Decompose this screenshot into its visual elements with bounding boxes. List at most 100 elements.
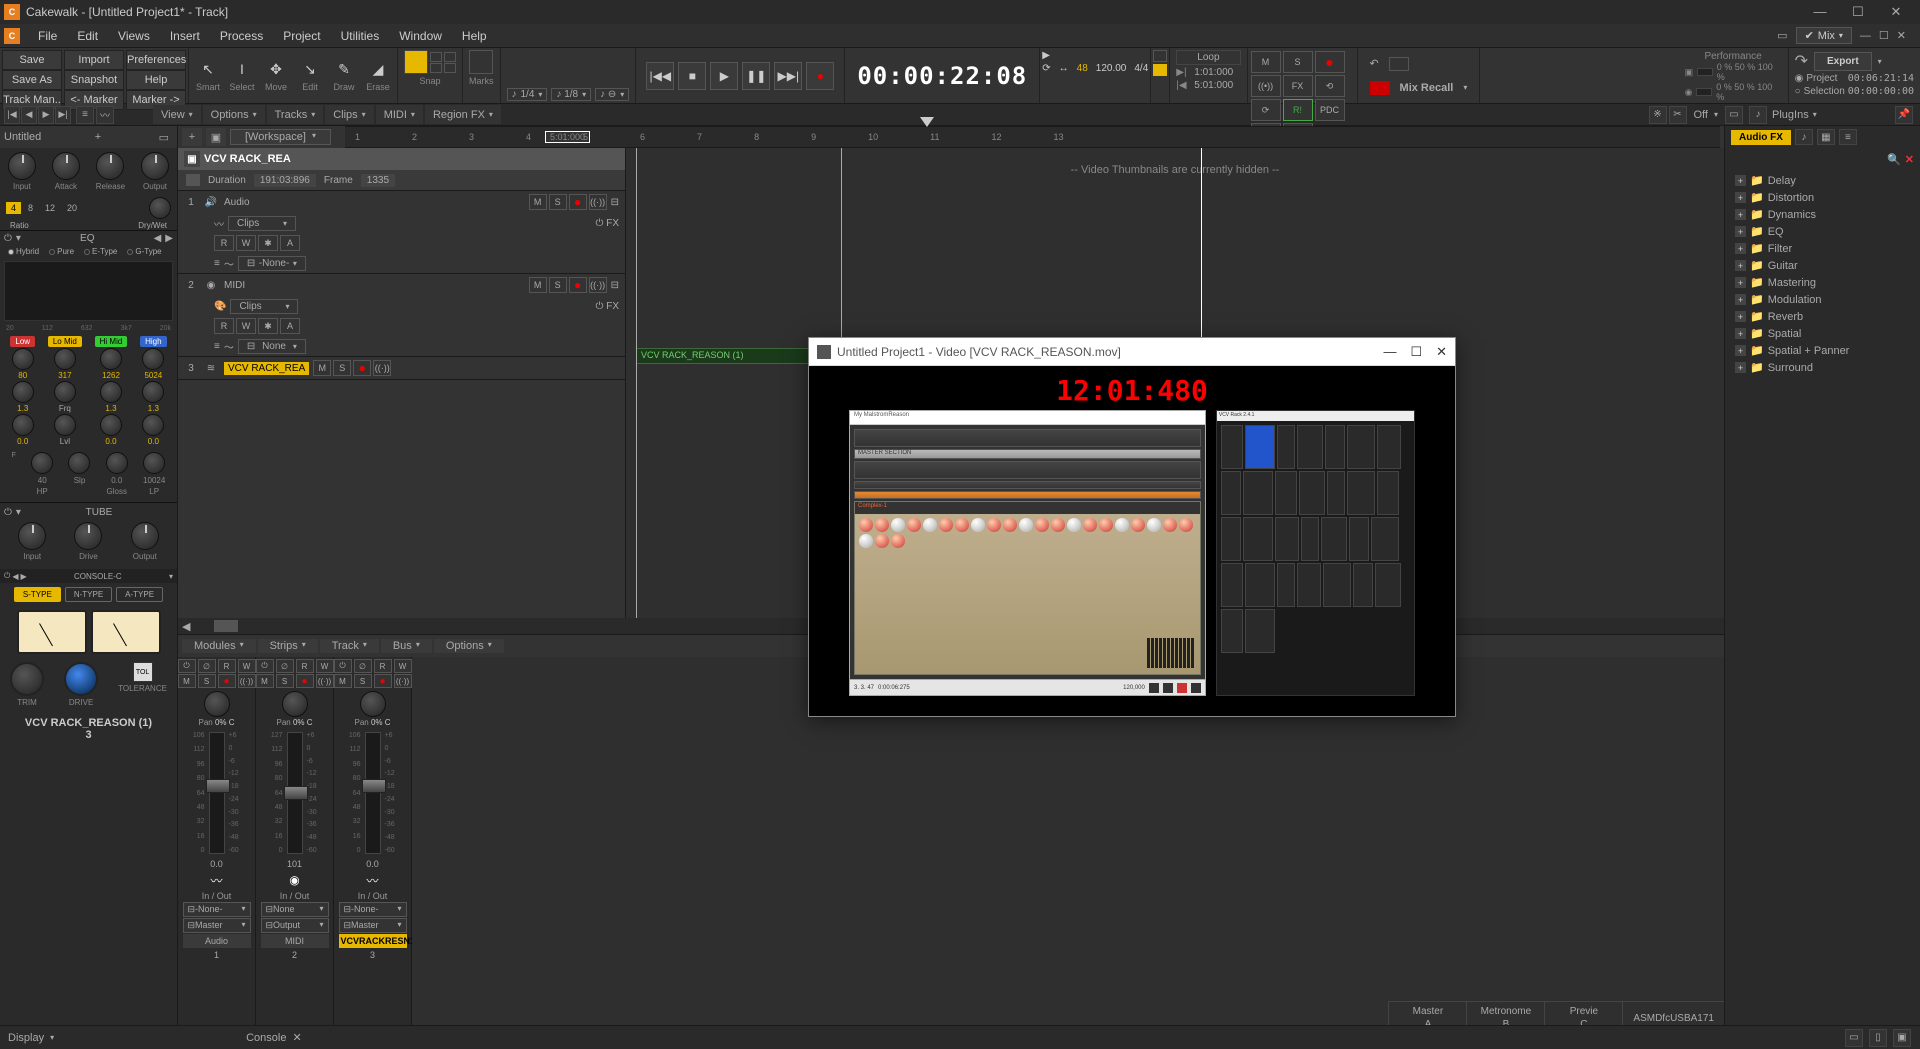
footer-icon-2[interactable]: ▯ [1869, 1029, 1887, 1047]
category-distortion[interactable]: +📁Distortion [1725, 189, 1920, 206]
tube-input-knob[interactable] [18, 522, 46, 550]
loop-start-icon[interactable]: ▶| [1176, 67, 1190, 78]
scissors-icon[interactable]: ✂ [1669, 106, 1687, 124]
eq-mode-hybrid[interactable]: Hybrid [4, 246, 43, 257]
track2-fx-label[interactable]: FX [606, 301, 619, 312]
tab-nav-next[interactable]: ▶ [38, 106, 54, 124]
eq-graph[interactable] [4, 261, 173, 321]
tab-options[interactable]: Options ▾ [203, 105, 265, 124]
snap-led-1[interactable] [430, 52, 442, 62]
track2-fx-power[interactable]: ⏻ [596, 301, 604, 312]
track1-solo[interactable]: S [549, 194, 567, 210]
eq-himid-lvl-knob[interactable] [100, 414, 122, 436]
fx-solo-button[interactable]: S [1283, 51, 1313, 73]
strip-m[interactable]: M [256, 674, 274, 688]
fx-button[interactable]: FX [1283, 75, 1313, 97]
loop-start-line[interactable] [636, 148, 637, 618]
strip-s[interactable]: S [354, 674, 372, 688]
ratio-8[interactable]: 8 [23, 202, 38, 214]
timecode-display[interactable]: 00:00:22:08 [845, 62, 1039, 90]
ratio-20[interactable]: 20 [62, 202, 82, 214]
off-label[interactable]: Off [1688, 109, 1714, 121]
track2-clips-dd[interactable]: Clips▾ [230, 299, 298, 314]
search-icon[interactable]: 🔍 [1887, 153, 1901, 166]
n-type-button[interactable]: N-TYPE [65, 587, 112, 602]
track2-monitor[interactable]: ((·)) [589, 277, 607, 293]
tab-tracks[interactable]: Tracks ▾ [267, 105, 324, 124]
preset-add-icon[interactable]: + [91, 131, 105, 143]
category-guitar[interactable]: +📁Guitar [1725, 257, 1920, 274]
track3-arm[interactable]: ● [353, 360, 371, 376]
tab-clip-icon[interactable]: 〰 [96, 106, 114, 124]
eq-prev-icon[interactable]: ◀ [154, 233, 162, 244]
category-surround[interactable]: +📁Surround [1725, 359, 1920, 376]
track1-fx-power[interactable]: ⏻ [596, 218, 604, 229]
strip-mon[interactable]: ((·)) [238, 674, 256, 688]
strip-w[interactable]: W [316, 659, 334, 673]
tab-menu-icon[interactable]: ≡ [76, 106, 94, 124]
save-as-button[interactable]: Save As [2, 70, 62, 90]
tool-smart[interactable]: ↖Smart [191, 50, 225, 101]
menu-file[interactable]: File [28, 29, 67, 43]
pan-knob[interactable] [360, 691, 386, 717]
mixer-tab-strips[interactable]: Strips▾ [258, 639, 318, 653]
display-tab[interactable]: Display [8, 1032, 44, 1044]
track1-mute[interactable]: M [529, 194, 547, 210]
track-row-1[interactable]: 1 🔊 Audio MS●((·)) ⊟ [178, 191, 625, 213]
eq-himid-freq-knob[interactable] [100, 348, 122, 370]
eq-power-icon[interactable]: ⏻ [4, 233, 12, 244]
loop-end-icon[interactable]: |◀ [1176, 80, 1190, 91]
category-spatial-panner[interactable]: +📁Spatial + Panner [1725, 342, 1920, 359]
rewire-icon[interactable]: ≡ [1839, 129, 1857, 145]
fx-arm-button[interactable]: ● [1315, 51, 1345, 73]
snap-led-4[interactable] [444, 63, 456, 73]
s-type-button[interactable]: S-TYPE [14, 587, 61, 602]
console-close-icon[interactable]: ✕ [292, 1031, 301, 1044]
eq-himid-q-knob[interactable] [100, 381, 122, 403]
tab-nav-first[interactable]: |◀ [4, 106, 20, 124]
add-track-button[interactable]: + [182, 128, 202, 146]
pause-button[interactable]: ❚❚ [742, 62, 770, 90]
strip-arm[interactable]: ● [296, 674, 314, 688]
track3-mute[interactable]: M [313, 360, 331, 376]
eq-mode-pure[interactable]: Pure [45, 246, 78, 257]
strip-r[interactable]: R [296, 659, 314, 673]
strip-output-dd[interactable]: ⊟Master▾ [183, 918, 251, 933]
export-icon[interactable]: ↷ [1795, 51, 1808, 71]
track1-ast[interactable]: ✱ [258, 235, 278, 251]
track-row-3[interactable]: 3 ≋ VCV RACK_REA MS●((·)) [178, 357, 625, 379]
category-dynamics[interactable]: +📁Dynamics [1725, 206, 1920, 223]
aim-toggle-icon[interactable]: ※ [1649, 106, 1667, 124]
track2-a[interactable]: A [280, 318, 300, 334]
maximize-button[interactable]: ☐ [1848, 4, 1868, 20]
eq-high-q-knob[interactable] [142, 381, 164, 403]
track1-clips-dd[interactable]: Clips▾ [228, 216, 296, 231]
eq-low-q-knob[interactable] [12, 381, 34, 403]
tolerance-button[interactable]: TOL [133, 662, 153, 682]
track1-r[interactable]: R [214, 235, 234, 251]
fader[interactable] [287, 732, 303, 854]
loop-label[interactable]: Loop [1176, 50, 1240, 65]
mixer-tab-bus[interactable]: Bus▾ [381, 639, 432, 653]
tab-nav-last[interactable]: ▶| [55, 106, 71, 124]
fx-redo-button[interactable]: ⟳ [1251, 99, 1281, 121]
console-power-icon[interactable]: ⏻ [4, 571, 10, 581]
pan-knob[interactable] [204, 691, 230, 717]
console-next-icon[interactable]: ▶ [20, 572, 26, 581]
fx-mute-button[interactable]: M [1251, 51, 1281, 73]
clear-search-icon[interactable]: ✕ [1905, 153, 1914, 166]
mixer-tab-track[interactable]: Track▾ [320, 639, 379, 653]
tab-midi[interactable]: MIDI ▾ [376, 105, 423, 124]
strip-power[interactable]: ⏻ [334, 659, 352, 673]
strip-arm[interactable]: ● [218, 674, 236, 688]
eq-band-low[interactable]: Low [10, 336, 35, 347]
fx-monitor-button[interactable]: ((•)) [1251, 75, 1281, 97]
plugins-label-icon[interactable]: ♪ [1749, 106, 1767, 124]
tube-drive-knob[interactable] [74, 522, 102, 550]
export-project-radio[interactable]: ◉ [1795, 73, 1804, 84]
track3-monitor[interactable]: ((·)) [373, 360, 391, 376]
strip-r[interactable]: R [218, 659, 236, 673]
strip-name[interactable]: Audio [183, 934, 251, 948]
tab-clips[interactable]: Clips ▾ [325, 105, 373, 124]
eq-low-freq-knob[interactable] [12, 348, 34, 370]
